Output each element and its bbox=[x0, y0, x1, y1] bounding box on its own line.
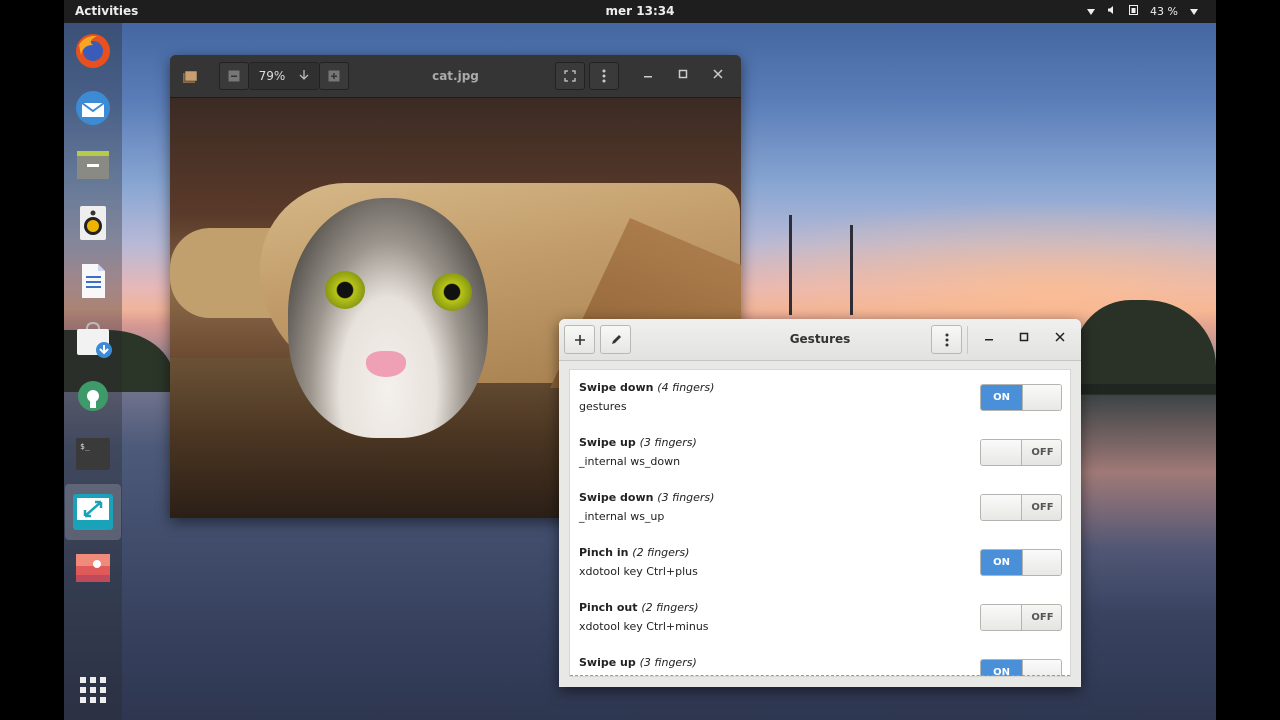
dock: $_ bbox=[64, 23, 122, 720]
maximize-button[interactable] bbox=[1019, 331, 1029, 346]
gesture-action: Pinch in bbox=[579, 546, 629, 559]
gesture-action: Swipe up bbox=[579, 436, 636, 449]
gesture-fingers: (3 fingers) bbox=[639, 656, 697, 669]
battery-icon[interactable] bbox=[1129, 4, 1139, 18]
photo-cat-head bbox=[288, 198, 488, 438]
system-menu-icon[interactable] bbox=[1190, 5, 1198, 18]
gesture-toggle[interactable]: OFF bbox=[980, 439, 1062, 466]
headerbar-separator bbox=[967, 326, 968, 354]
boat-mast bbox=[789, 215, 792, 315]
toggle-knob[interactable] bbox=[981, 440, 1022, 465]
firefox-icon[interactable] bbox=[71, 29, 115, 73]
photo-cat-eye-right bbox=[432, 273, 472, 311]
close-button[interactable] bbox=[1055, 331, 1065, 346]
gesture-row[interactable]: Swipe up (3 fingers) ON bbox=[570, 645, 1070, 676]
gesture-name: Pinch in (2 fingers) bbox=[579, 546, 689, 559]
system-tray[interactable]: 43 % bbox=[1087, 4, 1198, 18]
software-icon[interactable] bbox=[71, 317, 115, 361]
toggle-knob[interactable] bbox=[1022, 550, 1061, 575]
list-scroll-edge bbox=[570, 675, 1070, 676]
toggle-knob[interactable] bbox=[981, 605, 1022, 630]
volume-icon[interactable] bbox=[1107, 5, 1117, 18]
gestures-headerbar: Gestures bbox=[559, 319, 1081, 361]
gesture-row[interactable]: Pinch in (2 fingers) xdotool key Ctrl+pl… bbox=[570, 535, 1070, 590]
gesture-action: Swipe up bbox=[579, 656, 636, 669]
window-title: Gestures bbox=[789, 332, 851, 346]
boat-mast bbox=[850, 225, 853, 315]
gesture-toggle[interactable]: OFF bbox=[980, 604, 1062, 631]
gesture-command: _internal ws_down bbox=[579, 455, 681, 468]
gesture-command: gestures bbox=[579, 400, 627, 413]
gesture-action: Swipe down bbox=[579, 491, 654, 504]
gesture-command: xdotool key Ctrl+minus bbox=[579, 620, 709, 633]
app-grid-icon[interactable] bbox=[71, 668, 115, 712]
gesture-row[interactable]: Pinch out (2 fingers) xdotool key Ctrl+m… bbox=[570, 590, 1070, 645]
rhythmbox-icon[interactable] bbox=[71, 201, 115, 245]
toggle-label: ON bbox=[981, 385, 1022, 410]
gesture-fingers: (3 fingers) bbox=[657, 491, 715, 504]
gesture-command: xdotool key Ctrl+plus bbox=[579, 565, 698, 578]
writer-icon[interactable] bbox=[71, 259, 115, 303]
thunderbird-icon[interactable] bbox=[71, 86, 115, 130]
gesture-action: Swipe down bbox=[579, 381, 654, 394]
toggle-label: ON bbox=[981, 550, 1022, 575]
gesture-row[interactable]: Swipe down (3 fingers) _internal ws_up O… bbox=[570, 480, 1070, 535]
files-icon[interactable] bbox=[71, 143, 115, 187]
svg-text:$_: $_ bbox=[80, 442, 90, 451]
settings-icon[interactable] bbox=[71, 374, 115, 418]
gesture-command: _internal ws_up bbox=[579, 510, 665, 523]
photo-cat-nose bbox=[366, 351, 406, 377]
shoreline bbox=[1080, 384, 1216, 394]
gesture-toggle[interactable]: OFF bbox=[980, 494, 1062, 521]
toggle-knob[interactable] bbox=[1022, 385, 1061, 410]
gesture-toggle[interactable]: ON bbox=[980, 549, 1062, 576]
gesture-row[interactable]: Swipe down (4 fingers) gestures ON bbox=[570, 370, 1070, 425]
gesture-fingers: (3 fingers) bbox=[639, 436, 697, 449]
minimize-button[interactable] bbox=[643, 68, 653, 83]
menu-button[interactable] bbox=[931, 325, 962, 354]
gesture-name: Pinch out (2 fingers) bbox=[579, 601, 699, 614]
gesture-toggle[interactable]: ON bbox=[980, 384, 1062, 411]
toggle-knob[interactable] bbox=[981, 495, 1022, 520]
gesture-name: Swipe down (3 fingers) bbox=[579, 491, 714, 504]
toggle-label: OFF bbox=[1031, 502, 1054, 513]
photo-cat-eye-left bbox=[325, 271, 365, 309]
top-bar: Activities mer 13:34 43 % bbox=[64, 0, 1216, 23]
toggle-label: OFF bbox=[1031, 612, 1054, 623]
gestures-app-icon[interactable] bbox=[65, 484, 121, 540]
minimize-button[interactable] bbox=[984, 331, 994, 346]
menu-button[interactable] bbox=[589, 62, 619, 90]
gestures-window: Gestures Swipe down (4 fingers) gestures… bbox=[559, 319, 1081, 687]
viewer-headerbar: 79% cat.jpg bbox=[170, 55, 741, 98]
network-menu-icon[interactable] bbox=[1087, 5, 1096, 18]
fullscreen-button[interactable] bbox=[555, 62, 585, 90]
gesture-row[interactable]: Swipe up (3 fingers) _internal ws_down O… bbox=[570, 425, 1070, 480]
gesture-action: Pinch out bbox=[579, 601, 638, 614]
gesture-name: Swipe up (3 fingers) bbox=[579, 436, 697, 449]
clock[interactable]: mer 13:34 bbox=[64, 4, 1216, 18]
battery-percent: 43 % bbox=[1150, 4, 1178, 18]
gesture-name: Swipe up (3 fingers) bbox=[579, 656, 697, 669]
close-button[interactable] bbox=[713, 68, 723, 83]
maximize-button[interactable] bbox=[678, 68, 688, 83]
gesture-name: Swipe down (4 fingers) bbox=[579, 381, 714, 394]
gesture-fingers: (4 fingers) bbox=[657, 381, 715, 394]
window-title: cat.jpg bbox=[432, 69, 479, 83]
toggle-label: OFF bbox=[1031, 447, 1054, 458]
image-viewer-icon[interactable] bbox=[71, 546, 115, 590]
gesture-fingers: (2 fingers) bbox=[632, 546, 690, 559]
terminal-icon[interactable]: $_ bbox=[71, 432, 115, 476]
gesture-list: Swipe down (4 fingers) gestures ON Swipe… bbox=[569, 369, 1071, 677]
gesture-fingers: (2 fingers) bbox=[641, 601, 699, 614]
